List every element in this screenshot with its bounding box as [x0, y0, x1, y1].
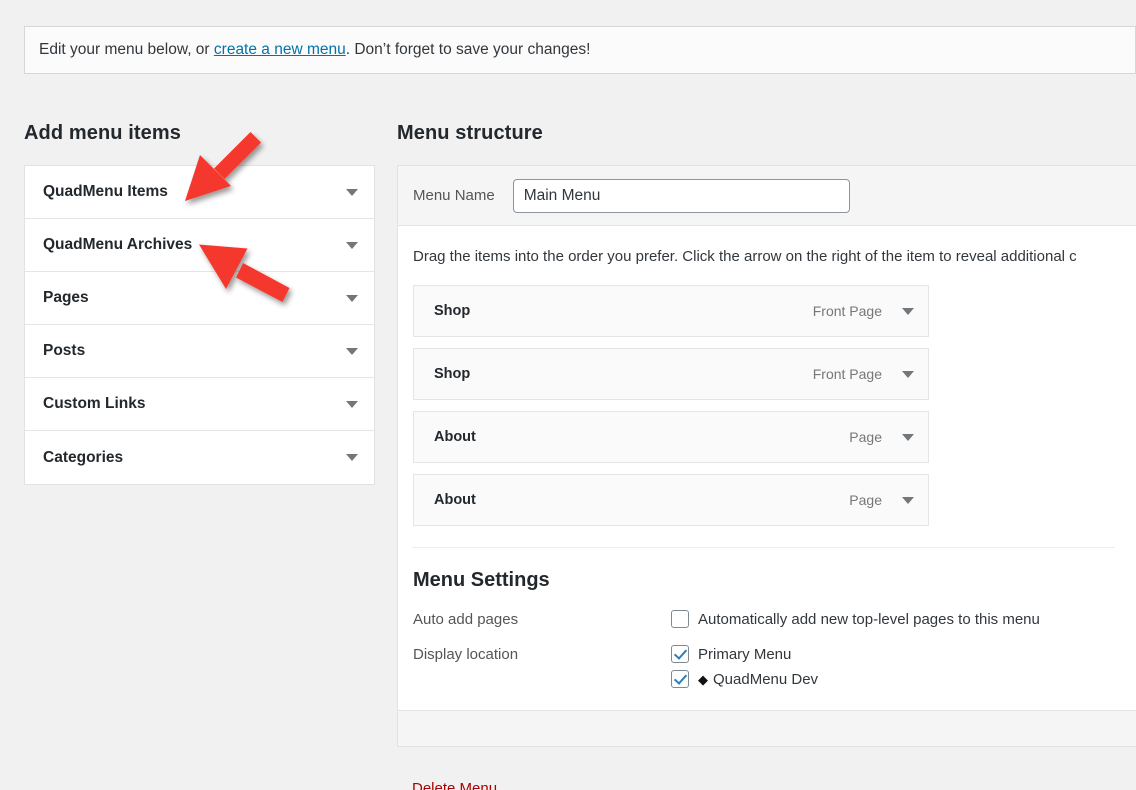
- accordion-label: QuadMenu Items: [43, 183, 168, 200]
- chevron-down-icon[interactable]: [902, 433, 914, 441]
- menu-settings-heading: Menu Settings: [413, 569, 550, 591]
- menu-item-type: Front Page: [812, 303, 882, 319]
- menu-item-title: Shop: [434, 303, 471, 319]
- accordion-label: Pages: [43, 289, 89, 306]
- accordion-item-quadmenu-archives[interactable]: QuadMenu Archives: [25, 219, 374, 272]
- menu-name-row: Menu Name: [398, 166, 1136, 226]
- menu-item-row[interactable]: Shop Front Page: [413, 348, 929, 400]
- add-menu-items-accordion: QuadMenu Items QuadMenu Archives Pages P…: [24, 165, 375, 485]
- menu-item-type: Page: [849, 429, 882, 445]
- menu-structure-column: Menu structure Menu Name Drag the items …: [397, 122, 1136, 747]
- accordion-label: Custom Links: [43, 395, 146, 412]
- delete-menu-link[interactable]: Delete Menu: [412, 780, 497, 790]
- menu-item-type: Page: [849, 492, 882, 508]
- primary-menu-label: Primary Menu: [698, 645, 792, 663]
- quadmenu-dev-label: QuadMenu Dev: [713, 670, 819, 688]
- menu-item-row[interactable]: About Page: [413, 411, 929, 463]
- notice-text-before: Edit your menu below, or: [39, 41, 214, 58]
- chevron-down-icon[interactable]: [346, 188, 358, 196]
- chevron-down-icon[interactable]: [902, 307, 914, 315]
- chevron-down-icon[interactable]: [902, 496, 914, 504]
- menu-item-title: Shop: [434, 366, 471, 382]
- menu-structure-panel: Menu Name Drag the items into the order …: [397, 165, 1136, 747]
- accordion-item-custom-links[interactable]: Custom Links: [25, 378, 374, 431]
- chevron-down-icon[interactable]: [346, 241, 358, 249]
- chevron-down-icon[interactable]: [346, 347, 358, 355]
- add-menu-items-column: Add menu items QuadMenu Items QuadMenu A…: [24, 122, 375, 485]
- drag-hint-text: Drag the items into the order you prefer…: [413, 248, 1077, 265]
- notice-text-after: . Don’t forget to save your changes!: [345, 41, 591, 58]
- add-menu-items-heading: Add menu items: [24, 122, 181, 144]
- chevron-down-icon[interactable]: [346, 400, 358, 408]
- accordion-item-pages[interactable]: Pages: [25, 272, 374, 325]
- menu-panel-footer: [398, 710, 1136, 746]
- menu-items-list: Shop Front Page Shop Front Page About Pa…: [413, 285, 929, 526]
- display-location-primary-menu[interactable]: Primary Menu: [671, 645, 818, 663]
- chevron-down-icon[interactable]: [346, 454, 358, 461]
- edit-menu-notice: Edit your menu below, or create a new me…: [24, 26, 1136, 74]
- auto-add-pages-checkline[interactable]: Automatically add new top-level pages to…: [671, 610, 1040, 628]
- menu-item-title: About: [434, 492, 476, 508]
- notice-text: Edit your menu below, or create a new me…: [39, 41, 590, 59]
- display-location-quadmenu-dev[interactable]: ◆ QuadMenu Dev: [671, 670, 818, 688]
- chevron-down-icon[interactable]: [346, 294, 358, 302]
- menu-item-title: About: [434, 429, 476, 445]
- auto-add-pages-label: Auto add pages: [413, 611, 519, 628]
- accordion-item-posts[interactable]: Posts: [25, 325, 374, 378]
- menu-structure-heading: Menu structure: [397, 122, 543, 144]
- chevron-down-icon[interactable]: [902, 370, 914, 378]
- display-location-label: Display location: [413, 646, 519, 663]
- accordion-label: Posts: [43, 342, 86, 359]
- menu-structure-body: Drag the items into the order you prefer…: [398, 226, 1136, 688]
- accordion-label: QuadMenu Archives: [43, 236, 193, 253]
- accordion-label: Categories: [43, 448, 124, 466]
- auto-add-pages-checkbox-label: Automatically add new top-level pages to…: [698, 610, 1040, 628]
- auto-add-pages-setting: Auto add pages Automatically add new top…: [413, 610, 1136, 628]
- settings-divider: [412, 547, 1115, 548]
- quadmenu-dev-checkbox[interactable]: [671, 670, 689, 688]
- menu-name-input[interactable]: [512, 178, 850, 213]
- menu-item-type: Front Page: [812, 366, 882, 382]
- menu-name-label: Menu Name: [413, 187, 495, 204]
- menu-item-row[interactable]: About Page: [413, 474, 929, 526]
- create-a-new-menu-link[interactable]: create a new menu: [214, 41, 346, 58]
- accordion-item-quadmenu-items[interactable]: QuadMenu Items: [25, 166, 374, 219]
- display-location-setting: Display location Primary Menu ◆ QuadMenu…: [413, 645, 1136, 688]
- accordion-item-categories[interactable]: Categories: [25, 431, 374, 484]
- auto-add-pages-checkbox[interactable]: [671, 610, 689, 628]
- menu-item-row[interactable]: Shop Front Page: [413, 285, 929, 337]
- quadmenu-diamond-icon: ◆: [698, 671, 708, 687]
- primary-menu-checkbox[interactable]: [671, 645, 689, 663]
